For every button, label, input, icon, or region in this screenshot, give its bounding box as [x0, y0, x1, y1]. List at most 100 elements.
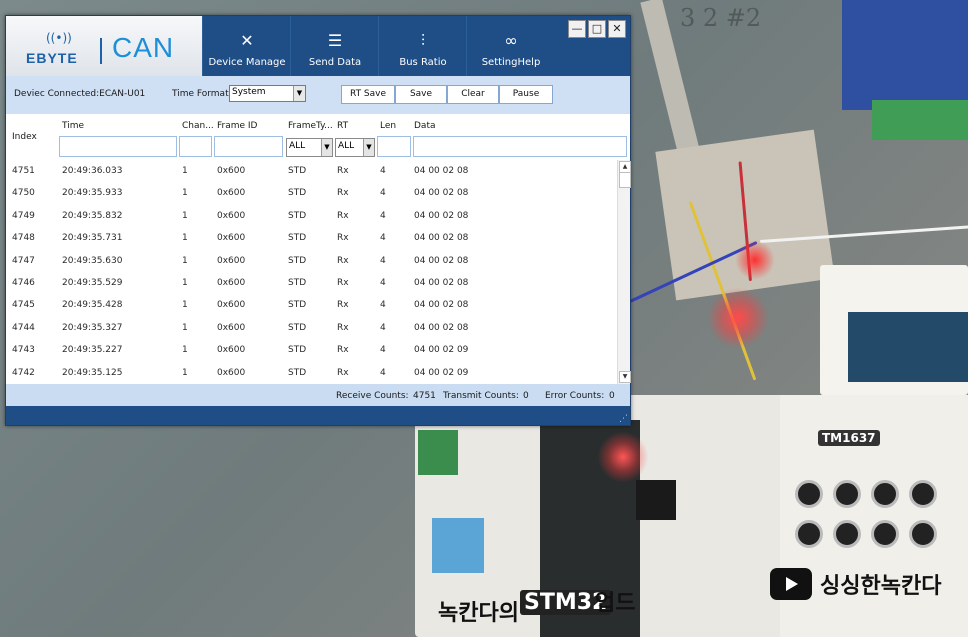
nav-setting-help[interactable]: ∞ SettingHelp	[466, 16, 555, 76]
cell-time: 20:49:35.227	[62, 345, 123, 356]
device-status: Deviec Connected:ECAN-U01	[14, 89, 146, 99]
cell-frame-type: STD	[288, 345, 307, 356]
frame-type-filter-select[interactable]: ALL ▼	[286, 138, 333, 157]
table-row[interactable]: 4747 20:49:35.630 1 0x600 STD Rx 4 04 00 02 08	[6, 250, 618, 272]
nav-send-data[interactable]: ☰ Send Data	[290, 16, 379, 76]
maximize-button[interactable]: □	[588, 20, 606, 38]
transmit-counts-value: 0	[523, 391, 529, 401]
cell-time: 20:49:35.731	[62, 233, 123, 244]
pause-button[interactable]: Pause	[499, 85, 553, 104]
table-row[interactable]: 4745 20:49:35.428 1 0x600 STD Rx 4 04 00 02 08	[6, 294, 618, 316]
chevron-down-icon: ▼	[293, 86, 305, 101]
resize-grip-icon[interactable]: ⋰	[619, 414, 628, 424]
close-button[interactable]: ✕	[608, 20, 626, 38]
data-filter-input[interactable]	[413, 136, 627, 157]
header-data[interactable]: Data	[414, 121, 436, 131]
nav-bus-ratio[interactable]: ⫶ Bus Ratio	[378, 16, 467, 76]
channel-filter-input[interactable]	[179, 136, 212, 157]
cell-frame-id: 0x600	[217, 188, 246, 199]
cell-time: 20:49:35.832	[62, 210, 123, 221]
nav-send-data-label: Send Data	[308, 57, 362, 68]
scroll-thumb[interactable]	[619, 172, 631, 188]
cell-frame-type: STD	[288, 278, 307, 288]
red-led-glow-3	[735, 240, 775, 280]
cell-rt: Rx	[337, 233, 349, 244]
cell-data: 04 00 02 08	[414, 188, 469, 199]
vertical-scrollbar[interactable]: ▲ ▼	[617, 160, 631, 384]
list-settings-icon: ☰	[327, 31, 343, 50]
table-row[interactable]: 4749 20:49:35.832 1 0x600 STD Rx 4 04 00 02 08	[6, 205, 618, 227]
tactile-button	[795, 480, 823, 508]
red-led-glow-2	[598, 432, 648, 482]
nav-bus-ratio-label: Bus Ratio	[399, 57, 447, 68]
cell-frame-id: 0x600	[217, 322, 246, 333]
green-terminal-block	[872, 100, 968, 140]
save-button[interactable]: Save	[395, 85, 447, 104]
header-time[interactable]: Time	[62, 121, 84, 131]
cell-index: 4751	[12, 166, 35, 176]
cell-time: 20:49:35.327	[62, 322, 123, 333]
time-format-select[interactable]: System ▼	[229, 85, 306, 102]
table-row[interactable]: 4743 20:49:35.227 1 0x600 STD Rx 4 04 00 02 09	[6, 339, 618, 361]
cell-frame-type: STD	[288, 300, 307, 311]
header-channel[interactable]: Chan...	[182, 121, 214, 131]
cell-rt: Rx	[337, 255, 349, 266]
cell-data: 04 00 02 08	[414, 210, 469, 221]
cell-index: 4750	[12, 188, 35, 199]
rt-save-button[interactable]: RT Save	[341, 85, 395, 104]
time-filter-input[interactable]	[59, 136, 177, 157]
cell-channel: 1	[182, 233, 188, 244]
nav-device-manage[interactable]: ✕ Device Manage	[202, 16, 291, 76]
nav-device-manage-label: Device Manage	[208, 57, 286, 68]
toolbar: Deviec Connected:ECAN-U01 Time Format Sy…	[6, 76, 630, 114]
tactile-button	[909, 480, 937, 508]
cell-len: 4	[380, 322, 386, 333]
table-row[interactable]: 4748 20:49:35.731 1 0x600 STD Rx 4 04 00 02 08	[6, 227, 618, 249]
cell-len: 4	[380, 188, 386, 199]
cell-rt: Rx	[337, 278, 349, 288]
scroll-down-icon[interactable]: ▼	[619, 371, 631, 383]
blue-can-module	[842, 0, 968, 110]
clear-button[interactable]: Clear	[447, 85, 499, 104]
time-format-value: System	[232, 87, 266, 97]
logo-ebyte-text: EBYTE	[26, 50, 78, 66]
cell-rt: Rx	[337, 188, 349, 199]
header-index[interactable]: Index	[12, 132, 37, 142]
table-row[interactable]: 4744 20:49:35.327 1 0x600 STD Rx 4 04 00 02 08	[6, 317, 618, 339]
header-frame-id[interactable]: Frame ID	[217, 121, 258, 131]
cell-index: 4745	[12, 300, 35, 311]
cell-channel: 1	[182, 322, 188, 333]
table-row[interactable]: 4742 20:49:35.125 1 0x600 STD Rx 4 04 00 02 09	[6, 362, 618, 384]
tactile-button	[871, 520, 899, 548]
len-filter-input[interactable]	[377, 136, 411, 157]
ecan-tool-window: ((•)) EBYTE CAN ✕ Device Manage ☰ Send D…	[5, 15, 631, 426]
tools-icon: ✕	[240, 31, 254, 50]
cell-index: 4748	[12, 233, 35, 244]
nav-setting-help-label: SettingHelp	[481, 57, 541, 68]
cell-frame-id: 0x600	[217, 367, 246, 378]
header-frame-type[interactable]: FrameTy...	[288, 121, 333, 131]
cell-frame-id: 0x600	[217, 166, 246, 176]
ebyte-logo: ((•)) EBYTE CAN	[6, 16, 202, 76]
cell-len: 4	[380, 255, 386, 266]
cell-channel: 1	[182, 255, 188, 266]
table-row[interactable]: 4751 20:49:36.033 1 0x600 STD Rx 4 04 00 02 08	[6, 160, 618, 182]
mcu-chip	[636, 480, 676, 520]
frame-id-filter-input[interactable]	[214, 136, 283, 157]
table-row[interactable]: 4750 20:49:35.933 1 0x600 STD Rx 4 04 00 02 08	[6, 182, 618, 204]
table-row[interactable]: 4746 20:49:35.529 1 0x600 STD Rx 4 04 00 02 08	[6, 272, 618, 294]
title-bar: ((•)) EBYTE CAN ✕ Device Manage ☰ Send D…	[6, 16, 630, 76]
cell-time: 20:49:35.630	[62, 255, 123, 266]
cell-data: 04 00 02 09	[414, 367, 469, 378]
minimize-button[interactable]: —	[568, 20, 586, 38]
rt-filter-select[interactable]: ALL ▼	[335, 138, 375, 157]
header-rt[interactable]: RT	[337, 121, 348, 131]
cell-index: 4743	[12, 345, 35, 356]
cell-data: 04 00 02 08	[414, 233, 469, 244]
cell-len: 4	[380, 345, 386, 356]
cell-index: 4742	[12, 367, 35, 378]
cell-frame-id: 0x600	[217, 255, 246, 266]
cell-index: 4747	[12, 255, 35, 266]
error-counts-label: Error Counts:	[545, 391, 605, 401]
header-len[interactable]: Len	[380, 121, 396, 131]
